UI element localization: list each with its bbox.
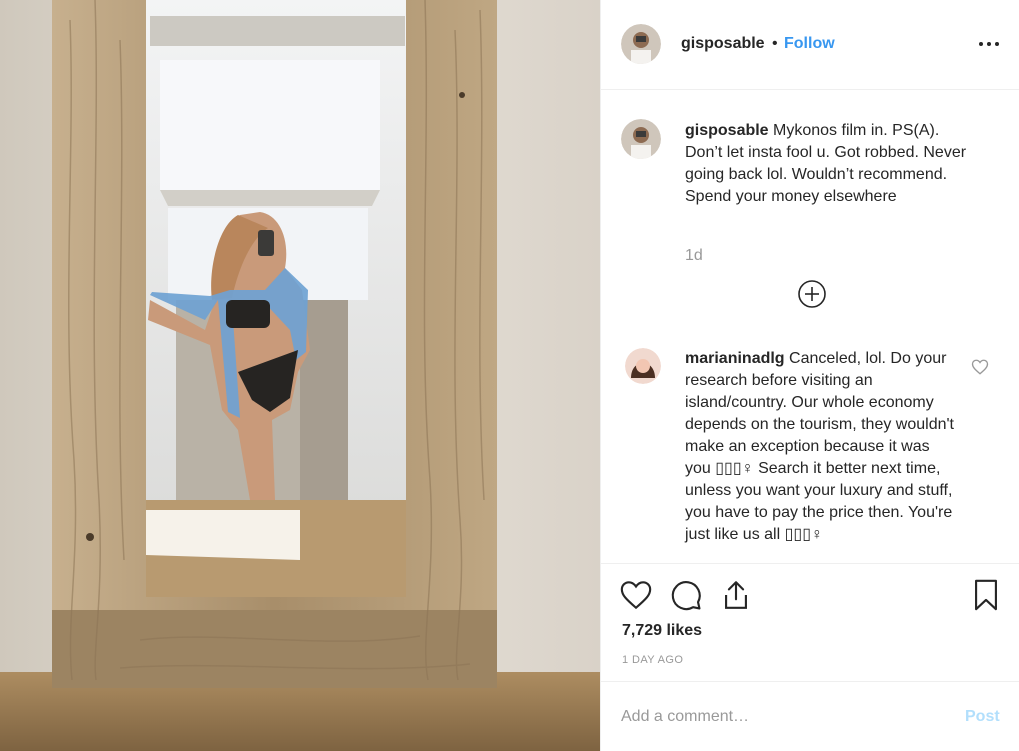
- caption-age[interactable]: 1d: [685, 247, 703, 265]
- author-username[interactable]: gisposable: [681, 35, 765, 53]
- comment-text: marianinadlg Canceled, lol. Do your rese…: [685, 348, 955, 546]
- comment-form: Post: [601, 681, 1019, 751]
- add-comment-input[interactable]: [621, 704, 941, 730]
- follow-button[interactable]: Follow: [784, 35, 835, 53]
- caption-text: gisposable Mykonos film in. PS(A). Don’t…: [685, 120, 975, 208]
- plus-circle-icon[interactable]: [797, 279, 827, 309]
- post-photo[interactable]: [0, 0, 600, 751]
- more-horizontal-icon[interactable]: [977, 30, 1001, 54]
- share-upload-icon[interactable]: [719, 578, 753, 612]
- post-timestamp[interactable]: 1 DAY AGO: [622, 654, 683, 666]
- post-comment-button[interactable]: Post: [965, 708, 1000, 726]
- commenter-avatar[interactable]: [625, 348, 661, 384]
- header-separator: •: [772, 35, 778, 52]
- heart-outline-icon[interactable]: [619, 578, 653, 612]
- post-actions: 7,729 likes 1 DAY AGO: [601, 563, 1019, 681]
- comment-heart-icon[interactable]: [971, 358, 989, 376]
- author-avatar[interactable]: [621, 24, 661, 64]
- comments-section[interactable]: gisposable Mykonos film in. PS(A). Don’t…: [601, 90, 1019, 563]
- photo-illustration: [0, 0, 600, 751]
- post-header: gisposable • Follow: [601, 0, 1019, 90]
- comment-body: Canceled, lol. Do your research before v…: [685, 350, 954, 543]
- likes-count[interactable]: 7,729 likes: [622, 622, 702, 640]
- post-side-panel: gisposable • Follow gisposable Mykonos f…: [600, 0, 1019, 751]
- comment-bubble-icon[interactable]: [669, 578, 703, 612]
- comment-username[interactable]: marianinadlg: [685, 350, 785, 367]
- caption-username[interactable]: gisposable: [685, 122, 769, 139]
- bookmark-icon[interactable]: [969, 578, 1003, 612]
- caption-avatar[interactable]: [621, 119, 661, 159]
